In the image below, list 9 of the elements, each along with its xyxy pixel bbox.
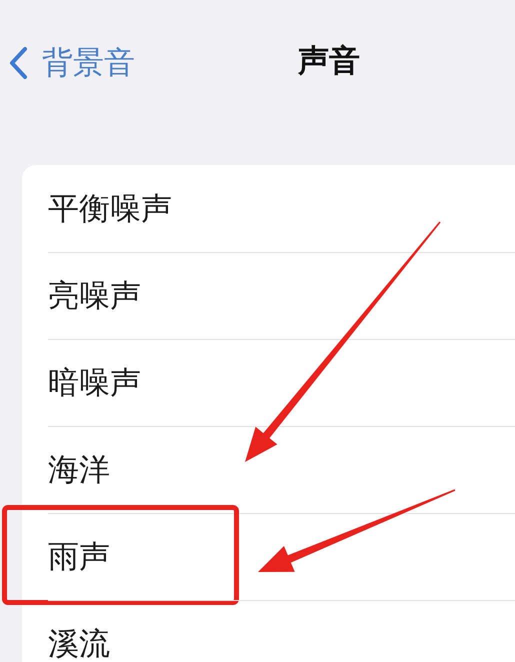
- back-button[interactable]: 背景音: [8, 42, 135, 84]
- sound-option[interactable]: 平衡噪声: [48, 188, 172, 230]
- page-title: 声音: [298, 42, 360, 81]
- sound-option[interactable]: 暗噪声: [48, 362, 141, 404]
- sound-option[interactable]: 雨声: [48, 536, 110, 578]
- sound-option[interactable]: 溪流: [48, 622, 110, 662]
- chevron-left-icon: [8, 46, 28, 80]
- sound-option[interactable]: 亮噪声: [48, 274, 141, 316]
- sound-option[interactable]: 海洋: [48, 448, 110, 490]
